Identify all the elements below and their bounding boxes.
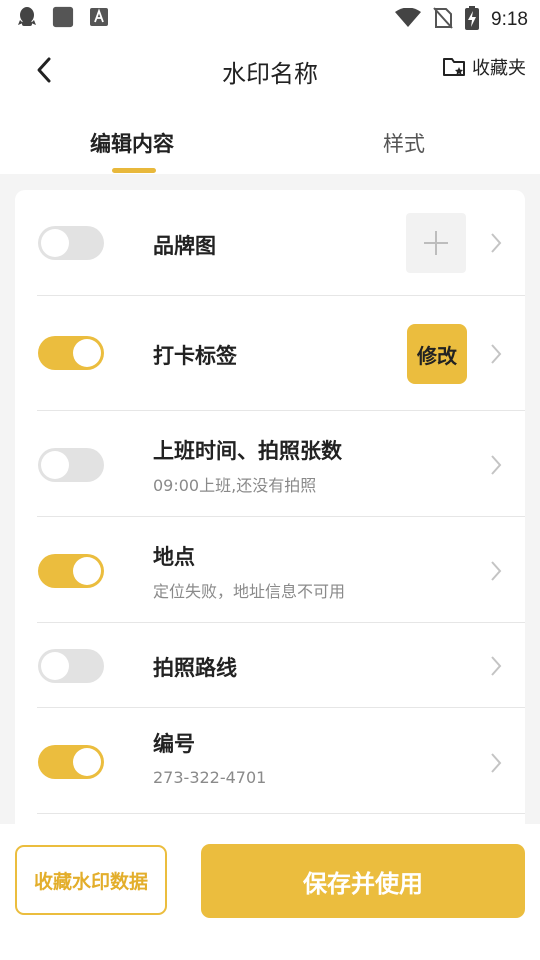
list-item-brand-image[interactable]: 品牌图 [15, 190, 525, 296]
app-square-icon [52, 6, 74, 28]
folder-star-icon [443, 58, 465, 76]
tab-bar: 编辑内容 样式 [0, 112, 540, 174]
row-subtitle: 09:00上班,还没有拍照 [153, 476, 317, 495]
wifi-icon [395, 7, 422, 32]
plus-icon [424, 231, 448, 255]
favorites-button[interactable]: 收藏夹 [442, 54, 526, 80]
photo-route-toggle[interactable] [38, 649, 104, 683]
location-toggle[interactable] [38, 554, 104, 588]
qq-icon [16, 6, 38, 28]
toggle-knob [41, 229, 69, 257]
favorites-label: 收藏夹 [472, 58, 526, 79]
checkin-tag-toggle[interactable] [38, 336, 104, 370]
toggle-knob [73, 557, 101, 585]
chevron-right-icon[interactable] [487, 559, 505, 583]
list-item-photo-route[interactable]: 拍照路线 [15, 623, 525, 708]
divider [37, 813, 525, 814]
add-brand-image-button[interactable] [406, 213, 466, 273]
list-item-number[interactable]: 编号 273-322-4701 [15, 708, 525, 814]
chevron-right-icon[interactable] [487, 231, 505, 255]
list-item-checkin-tag[interactable]: 打卡标签 修改 [15, 296, 525, 411]
row-title: 打卡标签 [153, 344, 237, 368]
number-toggle[interactable] [38, 745, 104, 779]
keyboard-a-icon [88, 6, 110, 28]
work-time-toggle[interactable] [38, 448, 104, 482]
active-tab-indicator [112, 168, 156, 173]
row-subtitle: 定位失败，地址信息不可用 [153, 582, 346, 601]
row-title: 地点 [153, 545, 195, 569]
no-sim-icon [433, 7, 453, 33]
toggle-knob [73, 339, 101, 367]
row-subtitle: 273-322-4701 [153, 768, 267, 787]
chevron-right-icon[interactable] [487, 751, 505, 775]
row-title: 拍照路线 [153, 656, 237, 680]
toggle-knob [41, 652, 69, 680]
chevron-right-icon[interactable] [487, 342, 505, 366]
row-title: 品牌图 [153, 234, 216, 258]
battery-charging-icon [465, 6, 480, 34]
save-and-use-button[interactable]: 保存并使用 [201, 844, 525, 918]
status-bar: 9:18 [0, 0, 540, 36]
row-title: 编号 [153, 732, 195, 756]
edit-tag-button[interactable]: 修改 [407, 324, 467, 384]
tab-style[interactable]: 样式 [383, 128, 425, 158]
chevron-right-icon[interactable] [487, 654, 505, 678]
collect-watermark-data-button[interactable]: 收藏水印数据 [15, 845, 167, 915]
toggle-knob [73, 748, 101, 776]
chevron-right-icon[interactable] [487, 453, 505, 477]
status-time: 9:18 [491, 9, 528, 30]
list-item-location[interactable]: 地点 定位失败，地址信息不可用 [15, 517, 525, 623]
row-title: 上班时间、拍照张数 [153, 439, 342, 463]
bottom-action-bar: 收藏水印数据 保存并使用 [0, 824, 540, 960]
toggle-knob [41, 451, 69, 479]
header: 水印名称 收藏夹 [0, 36, 540, 106]
list-item-work-time[interactable]: 上班时间、拍照张数 09:00上班,还没有拍照 [15, 411, 525, 517]
content-area: 品牌图 打卡标签 修改 上班时间、拍照张数 09:00上班,还没有拍照 地点 定… [0, 174, 540, 830]
tab-edit-content[interactable]: 编辑内容 [90, 128, 174, 158]
brand-image-toggle[interactable] [38, 226, 104, 260]
settings-card: 品牌图 打卡标签 修改 上班时间、拍照张数 09:00上班,还没有拍照 地点 定… [15, 190, 525, 830]
